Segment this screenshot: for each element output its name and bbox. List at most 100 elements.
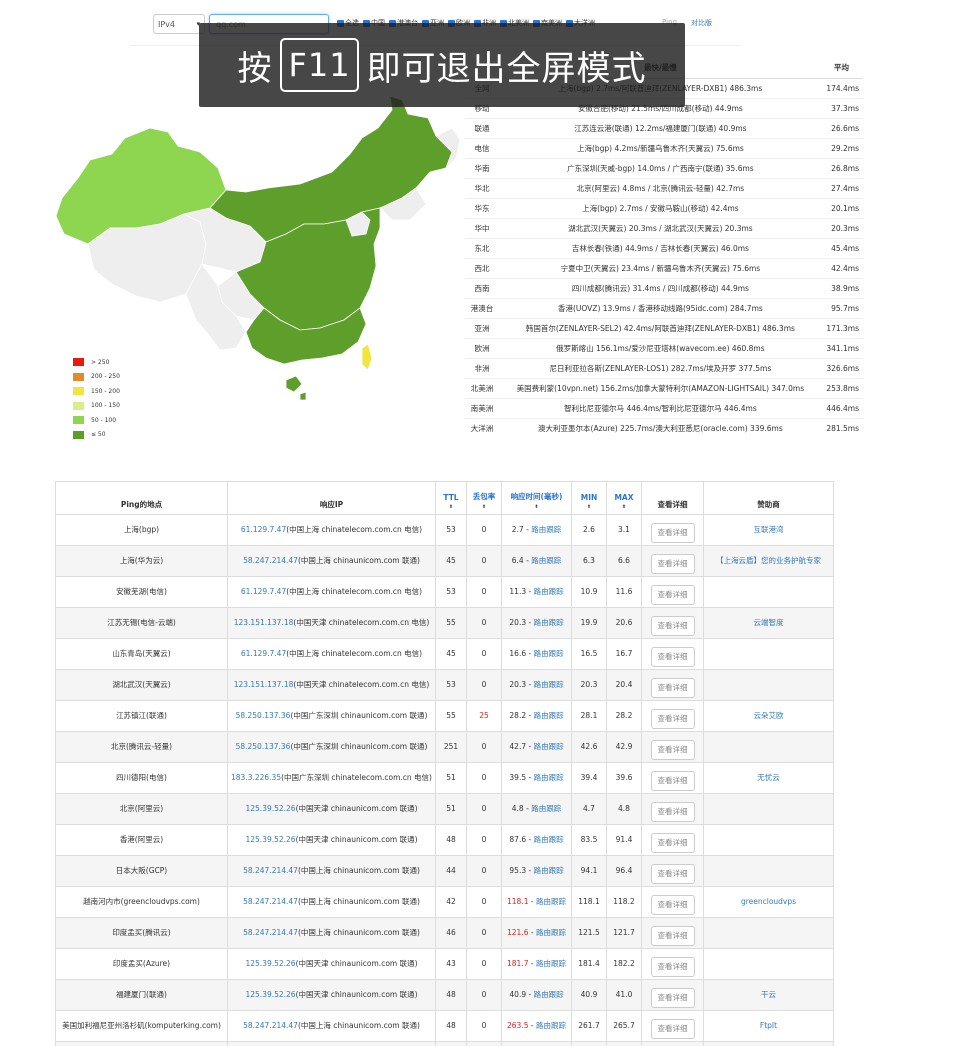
sponsor-link[interactable]: FtpIt (760, 1021, 777, 1030)
ip-info: (中国广东深圳 chinaunicom.com 联通) (290, 711, 428, 720)
route-trace-link[interactable]: 路由跟踪 (531, 556, 561, 565)
view-detail-button[interactable]: 查看详细 (650, 1019, 695, 1039)
ip-link[interactable]: 58.250.137.36 (236, 742, 291, 751)
view-detail-button[interactable]: 查看详细 (650, 926, 695, 946)
ttl-header[interactable]: TTL ⬍ (435, 481, 467, 515)
sponsor-link[interactable]: 云端智度 (754, 618, 784, 627)
region-name: 西北 (465, 257, 499, 278)
sponsor-link[interactable]: 【上海云盾】您的业务护航专家 (716, 556, 821, 565)
ip-link[interactable]: 125.39.52.26 (245, 804, 295, 813)
route-trace-link[interactable]: 路由跟踪 (534, 649, 564, 658)
view-detail-button[interactable]: 查看详细 (650, 709, 695, 729)
table-row: 北京(腾讯云-轻量) 58.250.137.36(中国广东深圳 chinaunic… (55, 731, 834, 763)
ip-link[interactable]: 58.250.137.36 (236, 711, 291, 720)
ip-link[interactable]: 58.247.214.47 (243, 866, 298, 875)
ip-link[interactable]: 58.247.214.47 (243, 928, 298, 937)
route-trace-link[interactable]: 路由跟踪 (534, 990, 564, 999)
ttl-cell: 251 (435, 731, 467, 763)
ip-link[interactable]: 183.3.226.35 (231, 773, 281, 782)
view-detail-button[interactable]: 查看详细 (650, 895, 695, 915)
route-trace-link[interactable]: 路由跟踪 (534, 742, 564, 751)
route-trace-link[interactable]: 路由跟踪 (534, 618, 564, 627)
detail-cell: 查看详细 (641, 917, 704, 949)
loss-cell: 0 (466, 824, 502, 856)
ip-link[interactable]: 61.129.7.47 (241, 525, 286, 534)
sponsor-cell: FtpIt (703, 1010, 834, 1042)
route-trace-link[interactable]: 路由跟踪 (536, 897, 566, 906)
map-region-north[interactable] (209, 95, 453, 243)
ip-link[interactable]: 58.247.214.47 (243, 897, 298, 906)
region-row: 港澳台 香港(UOVZ) 13.9ms / 香港移动线路(95idc.com) 2… (465, 297, 863, 318)
view-detail-button[interactable]: 查看详细 (650, 585, 695, 605)
region-range: 俄罗斯喀山 156.1ms/爱沙尼亚塔林(wavecom.ee) 460.8ms (499, 337, 822, 358)
loss-cell: 0 (466, 1010, 502, 1042)
sponsor-cell: 干云 (703, 979, 834, 1011)
ip-cell: 125.39.52.26(中国天津 chinaunicom.com 联通) (227, 979, 436, 1011)
view-detail-button[interactable]: 查看详细 (650, 771, 695, 791)
sponsor-link[interactable]: 无忧云 (757, 773, 780, 782)
compare-link[interactable]: 对比版 (691, 18, 712, 28)
view-detail-button[interactable]: 查看详细 (650, 833, 695, 853)
route-trace-link[interactable]: 路由跟踪 (536, 959, 566, 968)
sponsor-link[interactable]: 干云 (761, 990, 776, 999)
route-trace-link[interactable]: 路由跟踪 (534, 680, 564, 689)
route-trace-link[interactable]: 路由跟踪 (534, 711, 564, 720)
view-detail-button[interactable]: 查看详细 (650, 864, 695, 884)
min-cell: 20.3 (571, 669, 607, 701)
route-trace-link[interactable]: 路由跟踪 (534, 773, 564, 782)
legend-label: > 250 (91, 358, 110, 366)
ip-cell: 58.247.214.47(中国上海 chinaunicom.com 联通) (227, 917, 436, 949)
ip-link[interactable]: 58.247.214.47 (243, 1021, 298, 1030)
view-detail-button[interactable]: 查看详细 (650, 988, 695, 1008)
map-region-islands[interactable] (299, 391, 307, 401)
ip-link[interactable]: 61.129.7.47 (241, 649, 286, 658)
time-cell: 112.0 - 路由跟踪 (501, 1041, 572, 1046)
route-trace-link[interactable]: 路由跟踪 (536, 928, 566, 937)
ip-link[interactable]: 123.151.137.18 (234, 618, 294, 627)
view-detail-button[interactable]: 查看详细 (650, 616, 695, 636)
route-trace-link[interactable]: 路由跟踪 (534, 866, 564, 875)
ip-link[interactable]: 123.151.137.18 (234, 680, 294, 689)
min-cell: 10.9 (571, 576, 607, 608)
time-value: 42.7 (509, 742, 527, 751)
route-trace-link[interactable]: 路由跟踪 (534, 587, 564, 596)
table-row: 北京(阿里云) 125.39.52.26(中国天津 chinaunicom.com… (55, 793, 834, 825)
region-name: 南美洲 (465, 397, 499, 418)
min-header[interactable]: MIN ⬍ (571, 481, 607, 515)
ip-cell: 125.39.52.26(中国天津 chinaunicom.com 联通) (227, 824, 436, 856)
table-row: 香港(阿里云) 125.39.52.26(中国天津 chinaunicom.com… (55, 824, 834, 856)
route-trace-link[interactable]: 路由跟踪 (534, 835, 564, 844)
view-detail-button[interactable]: 查看详细 (650, 554, 695, 574)
ip-link[interactable]: 125.39.52.26 (245, 835, 295, 844)
route-trace-link[interactable]: 路由跟踪 (536, 1021, 566, 1030)
route-trace-link[interactable]: 路由跟踪 (531, 525, 561, 534)
region-name: 非洲 (465, 357, 499, 378)
ip-version-select[interactable]: IPv4 ▾ (153, 14, 205, 34)
view-detail-button[interactable]: 查看详细 (650, 957, 695, 977)
region-row: 西南 四川成都(腾讯云) 31.4ms / 四川成都(移动) 44.9ms 38.9… (465, 277, 863, 298)
ip-link[interactable]: 58.247.214.47 (243, 556, 298, 565)
max-header[interactable]: MAX ⬍ (606, 481, 642, 515)
table-row: 印度孟买(腾讯云) 58.247.214.47(中国上海 chinaunicom.… (55, 917, 834, 949)
view-detail-button[interactable]: 查看详细 (650, 647, 695, 667)
view-detail-button[interactable]: 查看详细 (650, 678, 695, 698)
sponsor-link[interactable]: 云朵艾欧 (754, 711, 784, 720)
region-avg: 95.7ms (821, 297, 863, 318)
ip-link[interactable]: 61.129.7.47 (241, 587, 286, 596)
region-avg: 38.9ms (821, 277, 863, 298)
map-region-taiwan[interactable] (361, 343, 373, 371)
route-trace-link[interactable]: 路由跟踪 (531, 804, 561, 813)
time-header[interactable]: 响应时间(毫秒) ⬍ (501, 481, 572, 515)
sponsor-link[interactable]: 互联港湾 (754, 525, 784, 534)
time-separator: - (526, 990, 534, 999)
view-detail-button[interactable]: 查看详细 (650, 523, 695, 543)
loss-header[interactable]: 丢包率 ⬍ (466, 481, 502, 515)
sponsor-link[interactable]: greencloudvps (741, 897, 796, 906)
detail-cell: 查看详细 (641, 514, 704, 546)
view-detail-button[interactable]: 查看详细 (650, 802, 695, 822)
view-detail-button[interactable]: 查看详细 (650, 740, 695, 760)
time-cell: 4.8 - 路由跟踪 (501, 793, 572, 825)
ip-link[interactable]: 125.39.52.26 (245, 990, 295, 999)
ip-link[interactable]: 125.39.52.26 (245, 959, 295, 968)
map-region-hainan[interactable] (285, 375, 303, 393)
